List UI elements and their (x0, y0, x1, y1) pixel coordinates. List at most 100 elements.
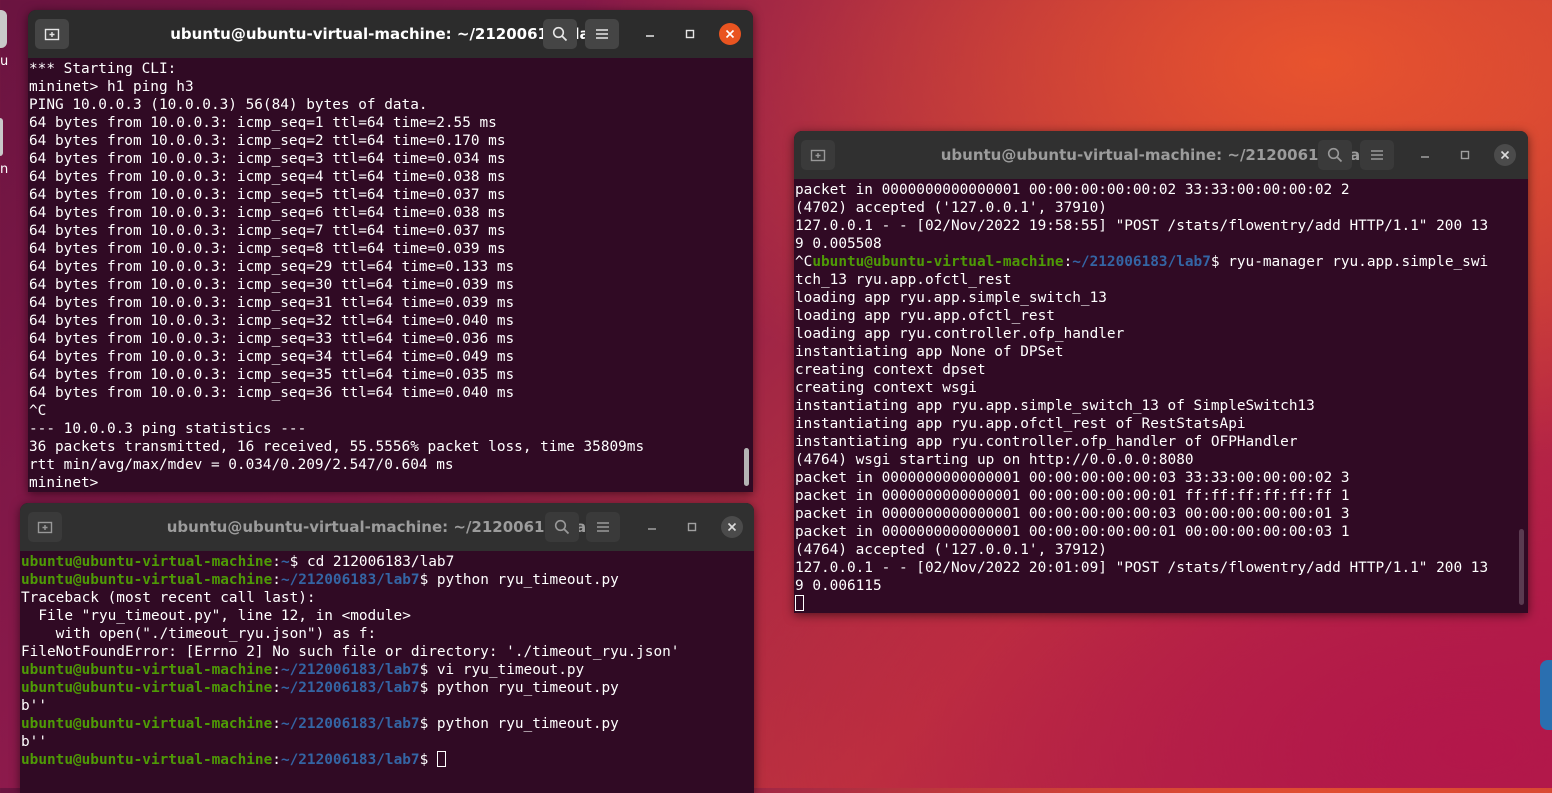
scrollbar[interactable] (744, 448, 749, 486)
dock-app-fragment[interactable] (0, 118, 3, 156)
terminal-cursor (795, 595, 804, 611)
terminal-window-mininet[interactable]: ubuntu@ubuntu-virtual-machine: ~/2120061… (28, 10, 753, 492)
output-line: b'' (21, 697, 754, 715)
maximize-icon (685, 29, 695, 39)
terminal-line: *** Starting CLI: (29, 61, 177, 77)
dock-app-fragment[interactable] (0, 10, 7, 48)
output-line: Traceback (most recent call last): (21, 589, 754, 607)
close-icon (727, 522, 737, 532)
output-text: tch_13 ryu.app.ofctl_rest (795, 272, 1012, 288)
prompt-path: ~/212006183/lab7 (280, 716, 420, 732)
minimize-icon (646, 35, 654, 37)
minimize-button[interactable] (641, 516, 663, 538)
output-text: packet in 0000000000000001 00:00:00:00:0… (795, 182, 1350, 198)
terminal-line: 64 bytes from 10.0.0.3: icmp_seq=32 ttl=… (29, 313, 515, 329)
output-line: instantiating app ryu.app.simple_switch_… (795, 397, 1528, 415)
command-text: python ryu_timeout.py (428, 572, 619, 588)
terminal-line: 64 bytes from 10.0.0.3: icmp_seq=34 ttl=… (29, 349, 515, 365)
terminal-line: 64 bytes from 10.0.0.3: icmp_seq=35 ttl=… (29, 367, 515, 383)
terminal-line: 64 bytes from 10.0.0.3: icmp_seq=2 ttl=6… (29, 133, 506, 149)
output-line: creating context wsgi (795, 379, 1528, 397)
output-line: instantiating app ryu.controller.ofp_han… (795, 433, 1528, 451)
close-button[interactable] (721, 516, 743, 538)
search-button[interactable] (545, 512, 579, 542)
terminal-line: --- 10.0.0.3 ping statistics --- (29, 421, 307, 437)
minimize-button[interactable] (639, 23, 661, 45)
close-button[interactable] (1494, 144, 1516, 166)
output-line: loading app ryu.app.simple_switch_13 (795, 289, 1528, 307)
output-text: instantiating app ryu.app.simple_switch_… (795, 398, 1315, 414)
maximize-icon (687, 522, 697, 532)
minimize-icon (1421, 156, 1429, 158)
maximize-button[interactable] (681, 516, 703, 538)
output-line: FileNotFoundError: [Errno 2] No such fil… (21, 643, 754, 661)
output-text: 9 0.005508 (795, 236, 882, 252)
output-text: instantiating app ryu.controller.ofp_han… (795, 434, 1298, 450)
terminal-window-ryu[interactable]: ubuntu@ubuntu-virtual-machine: ~/2120061… (794, 131, 1528, 613)
dock-label-fragment: u (0, 54, 9, 69)
close-icon (1500, 150, 1510, 160)
prompt-symbol: $ (419, 662, 429, 678)
output-line: packet in 0000000000000001 00:00:00:00:0… (795, 181, 1528, 199)
maximize-button[interactable] (1454, 144, 1476, 166)
prompt-separator: : (272, 572, 281, 588)
prompt-separator: : (272, 554, 281, 570)
output-text: 127.0.0.1 - - [02/Nov/2022 19:58:55] "PO… (795, 218, 1489, 234)
output-line: loading app ryu.controller.ofp_handler (795, 325, 1528, 343)
maximize-button[interactable] (679, 23, 701, 45)
output-text: FileNotFoundError: [Errno 2] No such fil… (21, 644, 680, 660)
command-text: python ryu_timeout.py (428, 716, 619, 732)
output-text: b'' (21, 698, 47, 714)
minimize-button[interactable] (1414, 144, 1436, 166)
output-text: loading app ryu.app.ofctl_rest (795, 308, 1055, 324)
menu-button[interactable] (585, 19, 619, 49)
terminal-output[interactable]: ubuntu@ubuntu-virtual-machine:~$ cd 2120… (20, 551, 754, 793)
terminal-line: mininet> (29, 475, 99, 491)
output-line: with open("./timeout_ryu.json") as f: (21, 625, 754, 643)
output-text: packet in 0000000000000001 00:00:00:00:0… (795, 524, 1350, 540)
output-line: 127.0.0.1 - - [02/Nov/2022 19:58:55] "PO… (795, 217, 1528, 235)
prompt-user: ubuntu@ubuntu-virtual-machine (21, 572, 273, 588)
hamburger-menu-icon (596, 29, 608, 39)
output-text: (4764) wsgi starting up on http://0.0.0.… (795, 452, 1194, 468)
terminal-output[interactable]: packet in 0000000000000001 00:00:00:00:0… (794, 179, 1528, 613)
search-icon (1327, 147, 1343, 163)
prompt-user: ubuntu@ubuntu-virtual-machine (21, 554, 273, 570)
terminal-window-python[interactable]: ubuntu@ubuntu-virtual-machine: ~/2120061… (20, 503, 754, 793)
terminal-line: 64 bytes from 10.0.0.3: icmp_seq=33 ttl=… (29, 331, 515, 347)
close-button[interactable] (719, 23, 741, 45)
title-bar[interactable]: ubuntu@ubuntu-virtual-machine: ~/2120061… (794, 131, 1528, 179)
output-text: packet in 0000000000000001 00:00:00:00:0… (795, 506, 1350, 522)
prompt-line: ubuntu@ubuntu-virtual-machine:~$ cd 2120… (21, 553, 754, 571)
terminal-line: 64 bytes from 10.0.0.3: icmp_seq=1 ttl=6… (29, 115, 497, 131)
terminal-output[interactable]: *** Starting CLI: mininet> h1 ping h3 PING… (28, 58, 753, 492)
command-text: vi ryu_timeout.py (428, 662, 585, 678)
hamburger-menu-icon (597, 522, 609, 532)
output-line: instantiating app ryu.app.ofctl_rest of … (795, 415, 1528, 433)
prompt-symbol: $ (419, 752, 429, 768)
terminal-line: 64 bytes from 10.0.0.3: icmp_seq=8 ttl=6… (29, 241, 506, 257)
title-bar[interactable]: ubuntu@ubuntu-virtual-machine: ~/2120061… (20, 503, 754, 551)
search-button[interactable] (1318, 140, 1352, 170)
close-icon (725, 29, 735, 39)
output-line: tch_13 ryu.app.ofctl_rest (795, 271, 1528, 289)
search-button[interactable] (543, 19, 577, 49)
desktop-app-fragment[interactable] (1540, 660, 1552, 730)
menu-button[interactable] (586, 512, 620, 542)
menu-button[interactable] (1360, 140, 1394, 170)
terminal-line: 64 bytes from 10.0.0.3: icmp_seq=7 ttl=6… (29, 223, 506, 239)
minimize-icon (648, 528, 656, 530)
output-text: 127.0.0.1 - - [02/Nov/2022 20:01:09] "PO… (795, 560, 1489, 576)
prompt-line: ^Cubuntu@ubuntu-virtual-machine:~/212006… (795, 253, 1528, 271)
prompt-symbol: $ (419, 572, 429, 588)
prompt-path: ~/212006183/lab7 (280, 752, 420, 768)
output-text: instantiating app ryu.app.ofctl_rest of … (795, 416, 1246, 432)
prompt-line: ubuntu@ubuntu-virtual-machine:~/21200618… (21, 715, 754, 733)
output-line: loading app ryu.app.ofctl_rest (795, 307, 1528, 325)
command-text: cd 212006183/lab7 (298, 554, 455, 570)
search-icon (552, 26, 568, 42)
output-line: (4764) accepted ('127.0.0.1', 37912) (795, 541, 1528, 559)
title-bar[interactable]: ubuntu@ubuntu-virtual-machine: ~/2120061… (28, 10, 753, 58)
command-text (428, 752, 437, 768)
scrollbar[interactable] (1519, 529, 1524, 605)
